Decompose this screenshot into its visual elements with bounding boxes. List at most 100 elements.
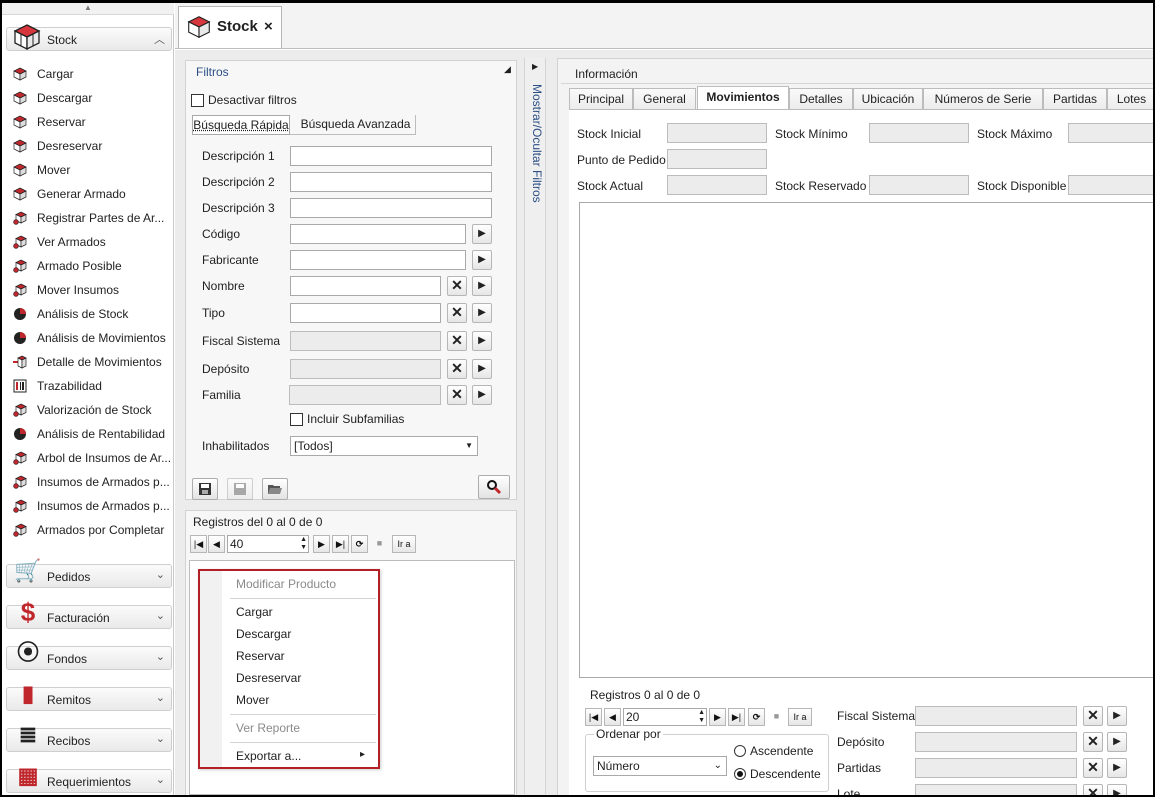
nav-group-facturación[interactable]: $ Facturación ⌄ — [6, 597, 172, 629]
fiscal-sistema-clear-button[interactable]: ✕ — [1083, 706, 1103, 726]
nav-item[interactable]: Cargar — [12, 63, 172, 85]
panel-collapse-icon[interactable]: ◢ — [504, 64, 511, 75]
nav-item[interactable]: Arbol de Insumos de Ar... — [12, 447, 172, 469]
deposito-input[interactable] — [915, 732, 1077, 752]
ordenar-por-select[interactable]: Número ⌄ — [593, 756, 727, 776]
tab-principal[interactable]: Principal — [569, 88, 633, 109]
nav-item[interactable]: Mover Insumos — [12, 279, 172, 301]
tab-general[interactable]: General — [633, 88, 696, 109]
familia-select-button[interactable]: ▶ — [472, 385, 492, 405]
close-icon[interactable]: × — [264, 18, 273, 35]
inhabilitados-select[interactable]: [Todos] ▼ — [290, 436, 478, 456]
toggle-filters-strip[interactable]: ▶ Mostrar/Ocultar Filtros — [524, 58, 546, 794]
menu-modificar-producto[interactable]: Modificar Producto — [236, 577, 336, 591]
spinner-icon[interactable]: ▲ ▼ — [300, 536, 307, 552]
codigo-select-button[interactable]: ▶ — [472, 224, 492, 244]
descripcion1-input[interactable] — [290, 146, 492, 166]
search-button[interactable] — [478, 475, 510, 499]
nav-item[interactable]: Generar Armado — [12, 183, 172, 205]
deposito-select-button[interactable]: ▶ — [1107, 732, 1127, 752]
deposito-clear-button[interactable]: ✕ — [447, 359, 467, 379]
codigo-input[interactable] — [290, 224, 466, 244]
next-page-button[interactable]: ▶ — [313, 535, 330, 553]
lote-select-button[interactable]: ▶ — [1107, 784, 1127, 795]
nav-item[interactable]: Desreservar — [12, 135, 172, 157]
nombre-select-button[interactable]: ▶ — [472, 276, 492, 296]
nav-group-recibos[interactable]: ≣ Recibos ⌄ — [6, 722, 172, 752]
fiscal-sistema-select-button[interactable]: ▶ — [1107, 706, 1127, 726]
nav-item[interactable]: Reservar — [12, 111, 172, 133]
nav-item[interactable]: Valorización de Stock — [12, 399, 172, 421]
fabricante-input[interactable] — [290, 250, 466, 270]
nav-item[interactable]: Insumos de Armados p... — [12, 471, 172, 493]
fiscal-clear-button[interactable]: ✕ — [447, 331, 467, 351]
familia-clear-button[interactable]: ✕ — [447, 385, 467, 405]
save-as-button[interactable] — [227, 478, 253, 500]
tipo-input[interactable] — [290, 303, 441, 323]
partidas-clear-button[interactable]: ✕ — [1083, 758, 1103, 778]
nombre-clear-button[interactable]: ✕ — [447, 276, 467, 296]
collapse-arrow-icon[interactable]: ▲ — [2, 3, 174, 15]
first-page-button[interactable]: |◀ — [585, 708, 602, 726]
prev-page-button[interactable]: ◀ — [604, 708, 621, 726]
menu-desreservar[interactable]: Desreservar — [236, 671, 301, 685]
spinner-icon[interactable]: ▲ ▼ — [698, 709, 705, 725]
nav-item[interactable]: Análisis de Rentabilidad — [12, 423, 172, 445]
menu-mover[interactable]: Mover — [236, 693, 269, 707]
nav-item[interactable]: Armado Posible — [12, 255, 172, 277]
menu-cargar[interactable]: Cargar — [236, 605, 273, 619]
familia-input[interactable] — [289, 385, 441, 405]
open-button[interactable] — [262, 478, 288, 500]
nav-group-fondos[interactable]: ⦿ Fondos ⌄ — [6, 640, 172, 670]
refresh-button[interactable]: ⟳ — [748, 708, 765, 726]
disable-filters-checkbox[interactable] — [191, 94, 204, 107]
deposito-input[interactable] — [290, 359, 441, 379]
nav-group-stock[interactable]: Stock ︿ — [6, 24, 172, 51]
tab-ubicacion[interactable]: Ubicación — [853, 88, 923, 109]
next-page-button[interactable]: ▶ — [709, 708, 726, 726]
fiscal-sistema-input[interactable] — [915, 706, 1077, 726]
nav-item[interactable]: Mover — [12, 159, 172, 181]
menu-exportar[interactable]: Exportar a... — [236, 749, 301, 763]
partidas-select-button[interactable]: ▶ — [1107, 758, 1127, 778]
tab-busqueda-avanzada[interactable]: Búsqueda Avanzada — [296, 115, 416, 135]
tab-numeros-de-serie[interactable]: Números de Serie — [923, 88, 1043, 109]
page-size-input[interactable]: 40 ▲ ▼ — [227, 535, 309, 553]
nav-item[interactable]: Detalle de Movimientos — [12, 351, 172, 373]
menu-ver-reporte[interactable]: Ver Reporte — [236, 721, 300, 735]
nav-item[interactable]: Insumos de Armados p... — [12, 495, 172, 517]
nav-item[interactable]: Registrar Partes de Ar... — [12, 207, 172, 229]
last-page-button[interactable]: ▶| — [332, 535, 349, 553]
nav-item[interactable]: Ver Armados — [12, 231, 172, 253]
nav-group-pedidos[interactable]: 🛒 Pedidos ⌄ — [6, 558, 172, 588]
descripcion3-input[interactable] — [290, 198, 492, 218]
partidas-input[interactable] — [915, 758, 1077, 778]
nav-item[interactable]: Análisis de Movimientos — [12, 327, 172, 349]
page-size-input[interactable]: 20 ▲ ▼ — [623, 708, 707, 726]
tab-detalles[interactable]: Detalles — [789, 88, 853, 109]
subfamilias-checkbox[interactable] — [290, 413, 303, 426]
go-to-button[interactable]: Ir a — [788, 708, 812, 726]
fabricante-select-button[interactable]: ▶ — [472, 250, 492, 270]
refresh-button[interactable]: ⟳ — [351, 535, 368, 553]
tab-stock[interactable]: Stock × — [178, 6, 282, 48]
stop-icon[interactable]: ■ — [371, 535, 388, 553]
descendente-radio[interactable] — [734, 768, 746, 780]
go-to-button[interactable]: Ir a — [392, 535, 416, 553]
lote-input[interactable] — [915, 784, 1077, 795]
fiscal-input[interactable] — [290, 331, 441, 351]
tipo-select-button[interactable]: ▶ — [472, 303, 492, 323]
nav-item[interactable]: Armados por Completar — [12, 519, 172, 541]
descripcion2-input[interactable] — [290, 172, 492, 192]
ascendente-radio[interactable] — [734, 745, 746, 757]
fiscal-select-button[interactable]: ▶ — [472, 331, 492, 351]
nav-item[interactable]: Descargar — [12, 87, 172, 109]
nav-item[interactable]: Análisis de Stock — [12, 303, 172, 325]
first-page-button[interactable]: |◀ — [190, 535, 207, 553]
save-button[interactable] — [192, 478, 218, 500]
last-page-button[interactable]: ▶| — [728, 708, 745, 726]
tab-busqueda-rapida[interactable]: Búsqueda Rápida — [192, 115, 290, 135]
deposito-select-button[interactable]: ▶ — [472, 359, 492, 379]
tab-lotes[interactable]: Lotes — [1107, 88, 1153, 109]
tab-partidas[interactable]: Partidas — [1043, 88, 1107, 109]
